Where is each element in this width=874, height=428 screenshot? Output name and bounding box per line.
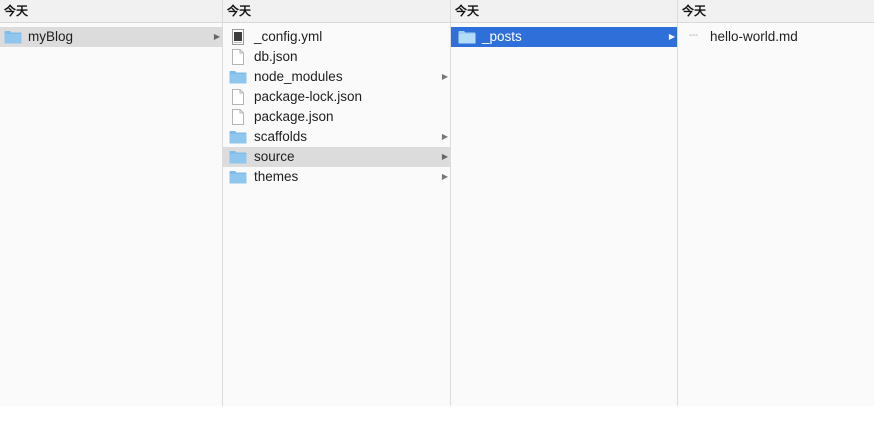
disclosure-arrow-icon: ▶: [441, 172, 448, 181]
column-items: hello-world.md: [678, 23, 874, 47]
disclosure-arrow-icon: ▶: [213, 32, 220, 41]
document-icon: [231, 109, 245, 125]
folder-icon: [229, 150, 247, 164]
item-label: themes: [254, 169, 299, 184]
list-item-config-yml[interactable]: _config.yml: [223, 27, 450, 47]
folder-icon: [4, 30, 22, 44]
list-item-package-json[interactable]: package.json: [223, 107, 450, 127]
column-3: 今天 _posts ▶: [451, 0, 678, 406]
folder-icon: [229, 170, 247, 184]
bottom-strip: [0, 406, 874, 428]
column-header: 今天: [678, 0, 874, 23]
disclosure-arrow-icon: ▶: [441, 132, 448, 141]
column-header: 今天: [0, 0, 222, 23]
item-label: _posts: [482, 29, 522, 44]
column-items: _config.yml db.json node_modules ▶ packa…: [223, 23, 450, 187]
column-browser: 今天 myBlog ▶ 今天 _config.yml db.json node_…: [0, 0, 874, 406]
column-4: 今天 hello-world.md: [678, 0, 874, 406]
item-label: source: [254, 149, 295, 164]
list-item-node-modules[interactable]: node_modules ▶: [223, 67, 450, 87]
yml-file-icon: [231, 29, 245, 45]
document-icon: [231, 89, 245, 105]
list-item-themes[interactable]: themes ▶: [223, 167, 450, 187]
item-label: node_modules: [254, 69, 343, 84]
list-item-scaffolds[interactable]: scaffolds ▶: [223, 127, 450, 147]
list-item-db-json[interactable]: db.json: [223, 47, 450, 67]
folder-icon: [229, 130, 247, 144]
column-items: _posts ▶: [451, 23, 677, 47]
list-item-posts[interactable]: _posts ▶: [451, 27, 677, 47]
list-item-source[interactable]: source ▶: [223, 147, 450, 167]
disclosure-arrow-icon: ▶: [441, 152, 448, 161]
column-items: myBlog ▶: [0, 23, 222, 47]
column-2: 今天 _config.yml db.json node_modules ▶ pa…: [223, 0, 451, 406]
column-header: 今天: [451, 0, 677, 23]
item-label: scaffolds: [254, 129, 308, 144]
column-1: 今天 myBlog ▶: [0, 0, 223, 406]
list-item-hello-world-md[interactable]: hello-world.md: [678, 27, 874, 47]
list-item-myblog[interactable]: myBlog ▶: [0, 27, 222, 47]
item-label: package.json: [254, 109, 334, 124]
document-icon: [231, 49, 245, 65]
item-label: package-lock.json: [254, 89, 363, 104]
column-header: 今天: [223, 0, 450, 23]
markdown-file-icon: [688, 29, 702, 45]
item-label: hello-world.md: [710, 29, 798, 44]
folder-icon: [229, 70, 247, 84]
list-item-package-lock-json[interactable]: package-lock.json: [223, 87, 450, 107]
item-label: myBlog: [28, 29, 74, 44]
item-label: _config.yml: [254, 29, 323, 44]
disclosure-arrow-icon: ▶: [441, 72, 448, 81]
disclosure-arrow-icon: ▶: [668, 32, 675, 41]
folder-icon: [458, 30, 476, 44]
item-label: db.json: [254, 49, 298, 64]
